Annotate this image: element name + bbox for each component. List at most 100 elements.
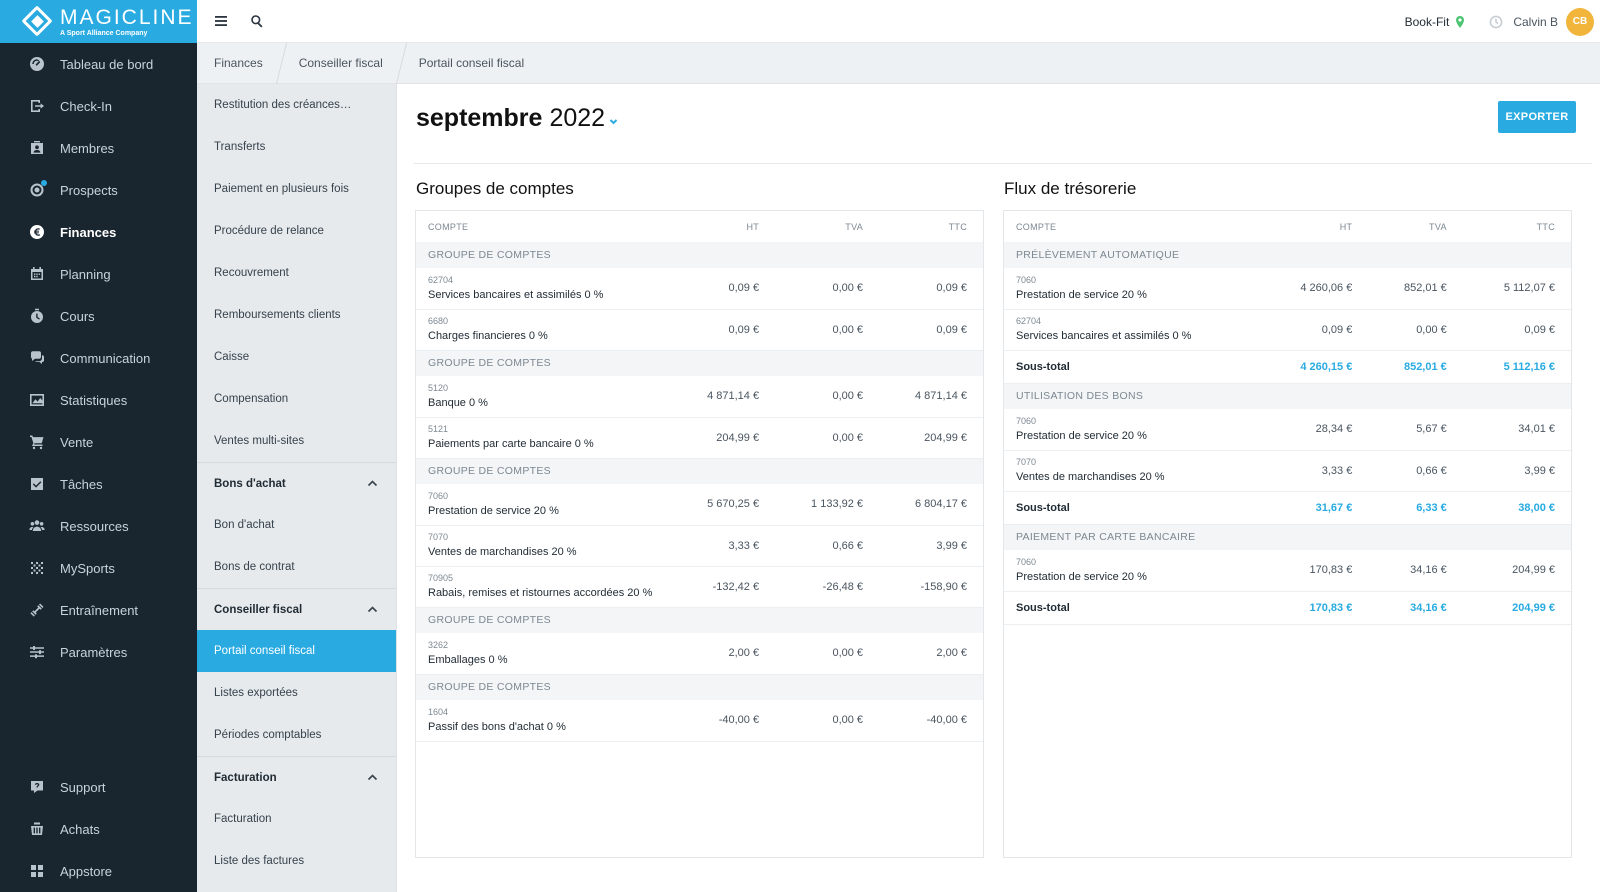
- euro-icon: [29, 224, 45, 240]
- nav-item-entrainement[interactable]: Entraînement: [0, 589, 197, 631]
- members-icon: [29, 140, 45, 156]
- column-header-tva: TVA: [1429, 221, 1447, 232]
- magicline-logo-icon: [21, 4, 54, 38]
- account-code: 5120: [428, 382, 449, 393]
- amount-ht: 204,99 €: [671, 417, 776, 459]
- cash-flow-card: COMPTE HT TVA TTC PRÉLÈVEMENT AUTOMATIQUE 706…: [1003, 210, 1572, 858]
- prospects-icon: [29, 180, 47, 198]
- group-label: UTILISATION DES BONS: [1004, 383, 1571, 409]
- subnav-item-ventes-multi-sites[interactable]: Ventes multi-sites: [197, 420, 396, 462]
- subnav-item-liste-des-factures[interactable]: Liste des factures: [197, 840, 396, 882]
- subnav-item-procedure-de-relance[interactable]: Procédure de relance: [197, 210, 396, 252]
- subnav-item-bon-d-achat[interactable]: Bon d'achat: [197, 504, 396, 546]
- nav-item-statistiques[interactable]: Statistiques: [0, 379, 197, 421]
- chevron-up-icon: [367, 480, 378, 487]
- amount-tva: 852,01 €: [1368, 268, 1463, 310]
- subnav-item-caisse[interactable]: Caisse: [197, 336, 396, 378]
- account-code: 70905: [428, 573, 454, 583]
- studio-selector[interactable]: Book-Fit: [1405, 15, 1466, 29]
- month-selector[interactable]: septembre 2022: [416, 104, 618, 133]
- subtotal-ht: 4 260,15 €: [1259, 350, 1369, 384]
- breadcrumb-conseiller-fiscal[interactable]: Conseiller fiscal: [282, 43, 401, 84]
- finances-subnav: Restitution des créances… Transferts Paiem…: [197, 84, 397, 892]
- nav-item-support[interactable]: Support: [0, 766, 197, 808]
- nav-item-appstore[interactable]: Appstore: [0, 850, 197, 892]
- cash-flow-table: COMPTE HT TVA TTC PRÉLÈVEMENT AUTOMATIQUE 706…: [1004, 211, 1571, 625]
- group-header-row: GROUPE DE COMPTES: [416, 242, 983, 268]
- nav-item-planning[interactable]: Planning: [0, 253, 197, 295]
- subtotal-ttc: 5 112,16 €: [1462, 350, 1571, 384]
- amount-tva: 1 133,92 €: [775, 484, 880, 526]
- amount-tva: 0,00 €: [775, 633, 880, 675]
- month-year: 2022: [549, 104, 606, 132]
- group-header-row: GROUPE DE COMPTES: [416, 350, 983, 376]
- nav-item-label: Paramètres: [60, 644, 128, 660]
- group-header-row: UTILISATION DES BONS: [1004, 383, 1571, 409]
- nav-item-ressources[interactable]: Ressources: [0, 505, 197, 547]
- table-row: 7070 Ventes de marchandises 20 % 3,33 €0,6…: [1004, 450, 1571, 492]
- search-icon[interactable]: [247, 11, 267, 31]
- subtotal-row: Sous-total 4 260,15 €852,01 €5 112,16 €: [1004, 350, 1571, 384]
- amount-ht: 4 871,14 €: [671, 376, 776, 418]
- breadcrumb-portail-conseil-fiscal[interactable]: Portail conseil fiscal: [402, 43, 542, 84]
- nav-item-taches[interactable]: Tâches: [0, 463, 197, 505]
- account-cell: 62704 Services bancaires et assimilés 0 %: [1004, 309, 1260, 351]
- subnav-item-facturation[interactable]: Facturation: [197, 798, 396, 840]
- account-name: Prestation de service 20 %: [1016, 288, 1147, 301]
- account-name: Prestation de service 20 %: [428, 504, 559, 517]
- nav-item-check-in[interactable]: Check-In: [0, 85, 197, 127]
- nav-item-finances[interactable]: Finances: [0, 211, 197, 253]
- amount-ttc: 204,99 €: [1462, 550, 1571, 592]
- subnav-item-compensation[interactable]: Compensation: [197, 378, 396, 420]
- subnav-item-recouvrement[interactable]: Recouvrement: [197, 252, 396, 294]
- subtotal-label: Sous-total: [1004, 591, 1260, 625]
- table-row: 70905 Rabais, remises et ristournes accor…: [416, 566, 983, 608]
- nav-item-label: Communication: [60, 350, 151, 366]
- subnav-item-restitution-des-creances[interactable]: Restitution des créances…: [197, 84, 396, 126]
- menu-toggle-icon[interactable]: [211, 11, 231, 31]
- subnav-item-paiement-en-plusieurs-fois[interactable]: Paiement en plusieurs fois: [197, 168, 396, 210]
- top-bar: Book-Fit Calvin B CB: [197, 0, 1600, 43]
- table-row: 6680 Charges financieres 0 % 0,09 €0,00 €0…: [416, 309, 983, 351]
- nav-item-prospects[interactable]: Prospects: [0, 169, 197, 211]
- user-name[interactable]: Calvin B: [1513, 15, 1558, 29]
- table-header: COMPTE HT TVA TTC: [416, 211, 983, 242]
- nav-item-achats[interactable]: Achats: [0, 808, 197, 850]
- subnav-group-facturation[interactable]: Facturation: [197, 756, 396, 798]
- studio-name: Book-Fit: [1404, 14, 1450, 29]
- nav-item-label: Prospects: [60, 182, 118, 198]
- nav-item-communication[interactable]: Communication: [0, 337, 197, 379]
- chat-icon: [29, 350, 45, 366]
- subnav-item-transferts[interactable]: Transferts: [197, 126, 396, 168]
- subnav-group-conseiller-fiscal[interactable]: Conseiller fiscal: [197, 588, 396, 630]
- amount-tva: 0,66 €: [775, 525, 880, 567]
- export-button[interactable]: EXPORTER: [1498, 101, 1576, 133]
- nav-item-label: MySports: [60, 560, 115, 576]
- nav-item-parametres[interactable]: Paramètres: [0, 631, 197, 673]
- subnav-item-remboursements-clients[interactable]: Remboursements clients: [197, 294, 396, 336]
- nav-item-membres[interactable]: Membres: [0, 127, 197, 169]
- nav-item-label: Membres: [60, 140, 115, 156]
- avatar[interactable]: CB: [1566, 7, 1594, 36]
- chevron-down-icon: [609, 115, 618, 129]
- clock-icon[interactable]: [1489, 15, 1503, 29]
- column-header-compte: COMPTE: [428, 221, 469, 232]
- subtotal-tva: 852,01 €: [1368, 350, 1463, 384]
- nav-item-mysports[interactable]: MySports: [0, 547, 197, 589]
- amount-ht: 3,33 €: [1259, 450, 1369, 492]
- breadcrumb-finances[interactable]: Finances: [197, 43, 281, 84]
- subnav-item-periodes-comptables[interactable]: Périodes comptables: [197, 714, 396, 756]
- store-icon: [29, 821, 45, 837]
- group-header-row: GROUPE DE COMPTES: [416, 607, 983, 633]
- nav-item-tableau-de-bord[interactable]: Tableau de bord: [0, 43, 197, 85]
- nav-bottom-list: Support Achats Appstore: [0, 766, 197, 892]
- subnav-group-bons-achat[interactable]: Bons d'achat: [197, 462, 396, 504]
- subnav-item-bons-de-contrat[interactable]: Bons de contrat: [197, 546, 396, 588]
- subtotal-ht: 170,83 €: [1259, 591, 1369, 625]
- brand-logo[interactable]: MAGICLINE A Sport Alliance Company: [0, 0, 197, 43]
- divider: [414, 163, 1592, 164]
- subnav-item-listes-exportees[interactable]: Listes exportées: [197, 672, 396, 714]
- subnav-item-portail-conseil-fiscal[interactable]: Portail conseil fiscal: [197, 630, 396, 672]
- nav-item-vente[interactable]: Vente: [0, 421, 197, 463]
- nav-item-cours[interactable]: Cours: [0, 295, 197, 337]
